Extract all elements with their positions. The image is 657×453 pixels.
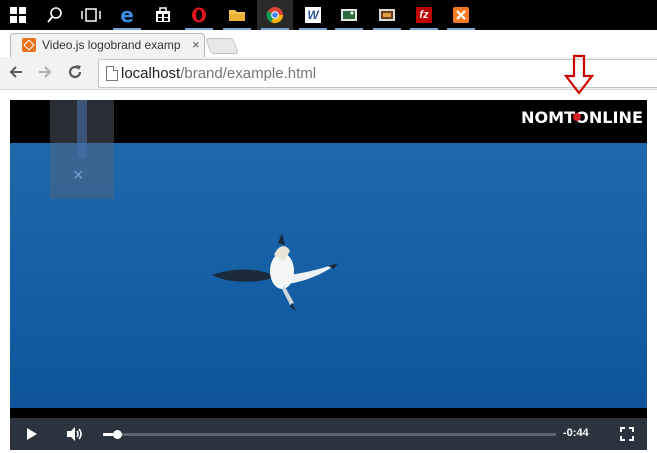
tab-close-icon[interactable]: × bbox=[192, 37, 200, 52]
play-icon bbox=[27, 428, 37, 440]
browser-toolbar: localhost/brand/example.html bbox=[0, 57, 657, 90]
taskbar-word[interactable]: W bbox=[295, 0, 331, 30]
browser-tab-strip: Video.js logobrand examp × bbox=[0, 30, 657, 58]
url-path: /brand/example.html bbox=[180, 65, 317, 82]
remaining-time: -0:44 bbox=[563, 427, 589, 439]
windows-logo-icon bbox=[10, 7, 26, 23]
play-button[interactable] bbox=[20, 418, 44, 450]
fullscreen-icon bbox=[620, 427, 634, 441]
taskbar-edge[interactable]: e bbox=[109, 0, 145, 30]
folder-icon bbox=[229, 10, 245, 21]
ghost-overlay-bar bbox=[77, 100, 87, 158]
reload-icon[interactable] bbox=[67, 64, 83, 83]
taskbar-filezilla[interactable]: fz bbox=[406, 0, 442, 30]
page-icon bbox=[106, 66, 118, 81]
new-tab-button[interactable] bbox=[205, 38, 239, 54]
annotation-down-arrow-icon bbox=[564, 54, 594, 95]
volume-icon bbox=[67, 427, 82, 441]
url-host: localhost bbox=[121, 65, 181, 82]
taskbar-search-button[interactable] bbox=[37, 0, 73, 30]
taskbar-chrome[interactable] bbox=[257, 0, 293, 30]
edge-icon: e bbox=[120, 3, 134, 27]
taskbar-xampp[interactable] bbox=[443, 0, 479, 30]
url-text[interactable]: localhost/brand/example.html bbox=[121, 65, 316, 82]
browser-tab[interactable]: Video.js logobrand examp × bbox=[10, 33, 205, 58]
windows-taskbar: e W fz bbox=[0, 0, 657, 30]
taskbar-photos[interactable] bbox=[331, 0, 367, 30]
task-view-icon bbox=[81, 8, 101, 22]
brand-red-dot-icon bbox=[573, 113, 581, 121]
media-icon bbox=[379, 9, 395, 21]
volume-button[interactable] bbox=[63, 418, 87, 450]
photos-icon bbox=[341, 9, 357, 21]
opera-icon bbox=[192, 7, 206, 23]
filezilla-icon: fz bbox=[416, 7, 432, 23]
svg-text:NOMTONLINE: NOMTONLINE bbox=[521, 108, 643, 127]
fullscreen-button[interactable] bbox=[617, 418, 637, 450]
brand-logo[interactable]: NOMTONLINE bbox=[521, 106, 643, 128]
taskbar-store[interactable] bbox=[145, 0, 181, 30]
taskbar-opera[interactable] bbox=[181, 0, 217, 30]
xampp-favicon-icon bbox=[22, 38, 36, 52]
video-control-bar: -0:44 bbox=[10, 418, 647, 450]
tab-title: Video.js logobrand examp bbox=[42, 38, 181, 52]
taskbar-file-explorer[interactable] bbox=[219, 0, 255, 30]
forward-arrow-icon[interactable] bbox=[37, 64, 53, 83]
video-player[interactable]: NOMTONLINE × -0:44 bbox=[10, 100, 647, 450]
chrome-icon bbox=[266, 7, 284, 24]
store-icon bbox=[156, 7, 170, 22]
ghost-overlay-close-icon[interactable]: × bbox=[73, 165, 84, 186]
progress-handle[interactable] bbox=[113, 430, 122, 439]
search-icon bbox=[47, 7, 62, 23]
windows-start-button[interactable] bbox=[0, 0, 36, 30]
taskbar-media[interactable] bbox=[369, 0, 405, 30]
back-arrow-icon[interactable] bbox=[8, 64, 24, 83]
word-icon: W bbox=[305, 7, 321, 23]
xampp-icon bbox=[453, 7, 469, 23]
task-view-button[interactable] bbox=[73, 0, 109, 30]
gannet-bird-image bbox=[212, 233, 338, 311]
progress-bar[interactable] bbox=[103, 430, 556, 439]
